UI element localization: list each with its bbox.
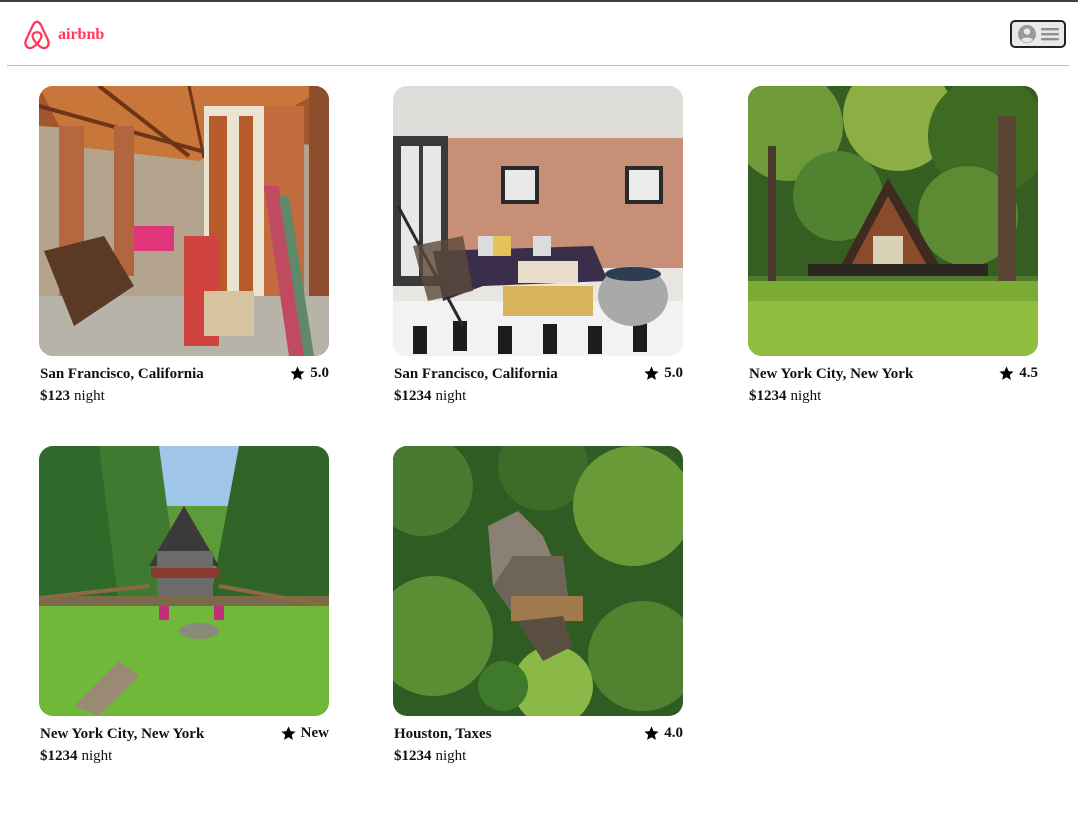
user-menu-button[interactable] <box>1010 20 1066 48</box>
listing-location: New York City, New York <box>749 366 914 382</box>
rating-value: New <box>300 725 329 741</box>
listing-price-row: $123 night <box>40 388 105 405</box>
listing-photo[interactable] <box>748 86 1038 356</box>
brand-name: airbnb <box>58 26 105 43</box>
rating-value: 5.0 <box>310 365 329 381</box>
star-icon <box>999 366 1014 380</box>
listing-card[interactable]: San Francisco, California 5.0 $1234 night <box>393 86 683 416</box>
hamburger-menu-icon <box>1041 28 1059 41</box>
price-unit: night <box>790 388 822 404</box>
star-icon <box>644 366 659 380</box>
airbnb-logo-icon <box>24 20 50 50</box>
listing-price-row: $1234 night <box>394 748 466 765</box>
listing-price: $1234 <box>40 748 78 764</box>
star-icon <box>290 366 305 380</box>
header-divider <box>7 65 1069 66</box>
listing-location: San Francisco, California <box>40 366 204 382</box>
listing-price-row: $1234 night <box>749 388 821 405</box>
listing-location: San Francisco, California <box>394 366 558 382</box>
listing-card[interactable]: San Francisco, California 5.0 $123 night <box>39 86 329 416</box>
listing-card[interactable]: Houston, Taxes 4.0 $1234 night <box>393 446 683 776</box>
listing-rating: 5.0 <box>643 365 683 382</box>
brand-logo[interactable]: airbnb <box>22 18 104 52</box>
a-frame-cabin-forest-photo <box>748 86 1038 356</box>
listing-price: $1234 <box>394 388 432 404</box>
rating-value: 4.5 <box>1019 365 1038 381</box>
user-avatar-icon <box>1018 25 1036 43</box>
listing-price: $1234 <box>394 748 432 764</box>
listing-rating: 4.5 <box>998 365 1038 382</box>
listing-location: Houston, Taxes <box>394 726 492 742</box>
top-header: airbnb <box>0 2 1078 64</box>
listing-price: $1234 <box>749 388 787 404</box>
listing-photo[interactable] <box>39 86 329 356</box>
rating-value: 5.0 <box>664 365 683 381</box>
listings-grid: San Francisco, California 5.0 $123night <box>39 86 1039 786</box>
star-icon <box>281 726 296 740</box>
listing-location: New York City, New York <box>40 726 205 742</box>
listing-card[interactable]: New York City, New York 4.5 $1234 night <box>748 86 1038 416</box>
price-unit: night <box>81 748 113 764</box>
rating-value: 4.0 <box>664 725 683 741</box>
loft-living-room-photo <box>393 86 683 356</box>
listing-photo[interactable] <box>393 86 683 356</box>
price-unit: night <box>435 748 467 764</box>
price-unit: night <box>435 388 467 404</box>
a-frame-cabin-yard-photo <box>39 446 329 716</box>
listing-rating: 5.0 <box>289 365 329 382</box>
listing-rating: New <box>280 725 329 742</box>
listing-photo[interactable] <box>393 446 683 716</box>
listing-card[interactable]: New York City, New York New $1234 night <box>39 446 329 776</box>
listing-photo[interactable] <box>39 446 329 716</box>
listing-rating: 4.0 <box>643 725 683 742</box>
cabin-interior-sunroom-photo <box>39 86 329 356</box>
price-unit: night <box>74 388 105 404</box>
listing-price-row: $1234 night <box>40 748 112 765</box>
listing-price: $123 <box>40 388 70 404</box>
star-icon <box>644 726 659 740</box>
cabin-aerial-forest-photo <box>393 446 683 716</box>
listing-price-row: $1234 night <box>394 388 466 405</box>
